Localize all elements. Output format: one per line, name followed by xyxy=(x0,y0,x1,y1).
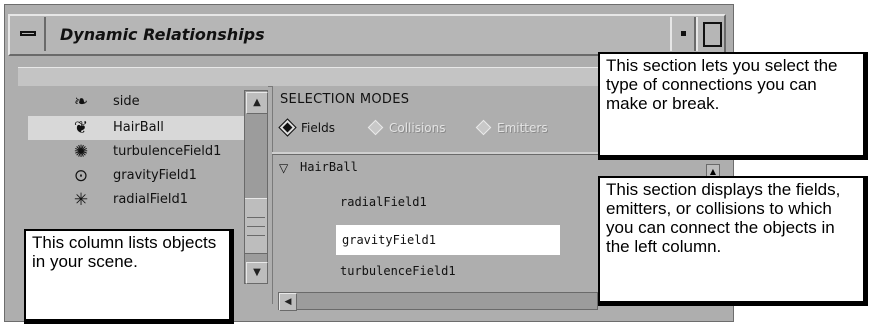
window-menu-icon xyxy=(20,31,36,36)
mode-label: Fields xyxy=(301,121,335,135)
list-item[interactable]: ⊙ gravityField1 xyxy=(28,164,258,188)
hairball-icon: ❦ xyxy=(73,118,89,138)
window-menu-button[interactable] xyxy=(12,17,46,51)
gravity-field-icon: ⊙ xyxy=(73,166,89,186)
objects-scrollbar[interactable]: ▲ ▼ xyxy=(244,90,268,284)
horizontal-scrollbar[interactable]: ◀ xyxy=(278,292,598,311)
callout-objects-column: This column lists objects in your scene. xyxy=(24,229,234,324)
scrollbar-thumb[interactable] xyxy=(245,198,267,254)
object-label: HairBall xyxy=(113,120,164,135)
mode-label: Emitters xyxy=(497,121,548,135)
grip-line xyxy=(247,235,265,236)
selection-modes-title: SELECTION MODES xyxy=(280,92,410,107)
radial-field-icon: ✳ xyxy=(73,190,89,210)
mode-fields-radio[interactable]: Fields xyxy=(278,118,335,138)
list-item[interactable]: ❧ side xyxy=(28,90,258,114)
tree-item-highlighted[interactable]: gravityField1 xyxy=(336,225,560,255)
radio-selected-icon xyxy=(278,118,297,137)
scroll-up-icon[interactable]: ▲ xyxy=(246,92,268,114)
turbulence-field-icon: ✺ xyxy=(73,142,89,162)
list-item[interactable]: ✳ radialField1 xyxy=(28,188,258,212)
callout-connections-list: This section displays the fields, emitte… xyxy=(598,176,868,306)
minimize-button[interactable] xyxy=(670,17,696,51)
tree-collapse-icon[interactable]: ▽ xyxy=(279,161,288,175)
tree-item[interactable]: radialField1 xyxy=(340,189,427,215)
radio-unselected-icon xyxy=(475,119,492,136)
maximize-icon xyxy=(703,22,722,47)
window-title: Dynamic Relationships xyxy=(60,25,265,44)
scroll-left-icon[interactable]: ◀ xyxy=(279,293,297,311)
list-item[interactable]: ✺ turbulenceField1 xyxy=(28,140,258,164)
object-label: turbulenceField1 xyxy=(113,144,222,159)
grip-line xyxy=(247,226,265,227)
callout-selection-modes: This section lets you select the type of… xyxy=(598,52,868,160)
mode-collisions-radio[interactable]: Collisions xyxy=(367,118,446,138)
minimize-icon xyxy=(681,31,686,36)
curl-icon: ❧ xyxy=(73,92,89,112)
object-label: side xyxy=(113,94,140,109)
tree-parent-item[interactable]: HairBall xyxy=(300,160,358,174)
mode-emitters-radio[interactable]: Emitters xyxy=(475,118,548,138)
radio-unselected-icon xyxy=(367,119,384,136)
list-item-selected[interactable]: ❦ HairBall xyxy=(28,116,258,140)
grip-line xyxy=(247,217,265,218)
maximize-button[interactable] xyxy=(696,17,724,51)
object-label: radialField1 xyxy=(113,192,189,207)
scroll-down-icon[interactable]: ▼ xyxy=(246,262,268,284)
object-label: gravityField1 xyxy=(113,168,197,183)
tree-item[interactable]: turbulenceField1 xyxy=(340,258,456,284)
mode-label: Collisions xyxy=(389,121,446,135)
